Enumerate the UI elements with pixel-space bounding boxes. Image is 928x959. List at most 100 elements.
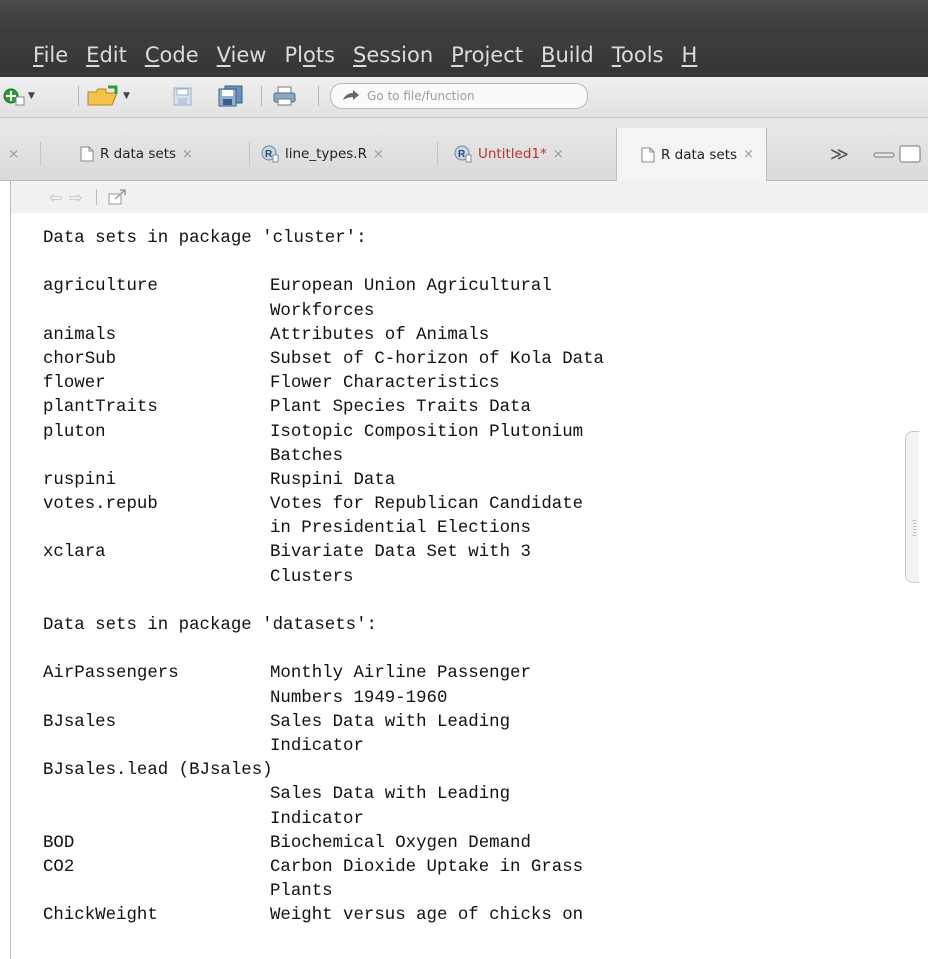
- vertical-scrollbar[interactable]: [905, 431, 919, 583]
- menu-code[interactable]: Code: [145, 43, 199, 67]
- data-set-name: flower: [43, 374, 106, 394]
- data-set-description: Batches: [270, 446, 344, 466]
- section-heading: BJsales.lead (BJsales): [43, 759, 604, 783]
- tab-line-types[interactable]: R line_types.R ×: [261, 128, 384, 180]
- goto-placeholder: Go to file/function: [367, 89, 475, 103]
- data-set-row: ruspini Ruspini Data: [43, 469, 604, 493]
- data-set-name: Data sets in package 'datasets':: [43, 616, 377, 635]
- menu-bar: File Edit Code View Plots Session Project Build…: [0, 33, 928, 77]
- data-set-description: Numbers 1949-1960: [270, 688, 448, 708]
- tab-label: line_types.R: [285, 146, 367, 162]
- menu-view[interactable]: View: [217, 43, 267, 67]
- chevron-down-icon[interactable]: ▼: [28, 91, 35, 101]
- section-heading: Data sets in package 'cluster':: [43, 227, 604, 251]
- data-set-row: animals Attributes of Animals: [43, 324, 604, 348]
- doc-icon: [641, 147, 655, 162]
- data-set-description: Indicator: [270, 736, 364, 756]
- menu-build[interactable]: Build: [541, 43, 594, 67]
- data-set-row: Plants: [43, 880, 604, 904]
- goto-file-function-input[interactable]: Go to file/function: [330, 83, 588, 109]
- editor-tab-bar: × R data sets × R line_types.R × R Untit…: [0, 128, 928, 181]
- help-pane-toolbar: ⇦ ⇨: [10, 181, 928, 213]
- forward-arrow-icon[interactable]: ⇨: [69, 188, 82, 207]
- data-set-description: European Union Agricultural: [270, 277, 552, 297]
- tab-divider: [249, 142, 250, 166]
- save-all-button[interactable]: [217, 85, 245, 107]
- double-chevron-right-icon[interactable]: ≫: [830, 144, 849, 165]
- data-set-description: Carbon Dioxide Uptake in Grass: [270, 857, 584, 877]
- tab-close-button[interactable]: ×: [8, 128, 19, 180]
- close-icon[interactable]: ×: [8, 146, 19, 162]
- menu-plots[interactable]: Plots: [284, 43, 335, 67]
- window-title-bar: [0, 0, 928, 33]
- data-set-name: xclara: [43, 543, 106, 563]
- data-set-name: pluton: [43, 422, 106, 442]
- data-set-row: flower Flower Characteristics: [43, 372, 604, 396]
- save-icon: [173, 87, 192, 106]
- tab-label: R data sets: [661, 146, 738, 163]
- scrollbar-grip-icon[interactable]: [913, 520, 916, 536]
- data-set-row: xclara Bivariate Data Set with 3: [43, 541, 604, 565]
- data-set-description: Isotopic Composition Plutonium: [270, 422, 584, 442]
- data-sets-document: Data sets in package 'cluster': agricultu…: [10, 213, 919, 959]
- menu-file[interactable]: File: [33, 43, 68, 67]
- save-all-icon: [218, 85, 243, 107]
- close-icon[interactable]: ×: [553, 147, 564, 162]
- data-set-name: plantTraits: [43, 398, 158, 418]
- data-set-name: AirPassengers: [43, 664, 179, 684]
- open-in-new-window-icon[interactable]: [107, 188, 129, 206]
- open-file-button[interactable]: ▼: [86, 85, 130, 107]
- print-button[interactable]: [272, 85, 298, 107]
- data-set-row: votes.repub Votes for Republican Candidat…: [43, 493, 604, 517]
- data-set-row: agriculture European Union Agricultural: [43, 275, 604, 299]
- data-set-description: Indicator: [270, 809, 364, 829]
- tab-r-data-sets[interactable]: R data sets ×: [80, 128, 193, 180]
- new-file-button[interactable]: ▼: [3, 85, 35, 107]
- close-icon[interactable]: ×: [743, 147, 754, 162]
- data-set-row: pluton Isotopic Composition Plutonium: [43, 421, 604, 445]
- tab-r-data-sets-active[interactable]: R data sets ×: [616, 128, 767, 181]
- data-sets-listing: Data sets in package 'cluster': agricultu…: [43, 227, 604, 928]
- main-toolbar: ▼ ▼ Go to file/function: [0, 77, 928, 118]
- svg-text:R: R: [265, 149, 273, 160]
- pane-window-controls[interactable]: [872, 128, 928, 180]
- data-set-description: Sales Data with Leading: [270, 785, 511, 805]
- data-set-description: Sales Data with Leading: [270, 712, 511, 732]
- print-icon: [273, 86, 296, 106]
- data-set-row: AirPassengers Monthly Airline Passenger: [43, 662, 604, 686]
- tab-divider: [40, 142, 41, 166]
- data-set-description: Plant Species Traits Data: [270, 398, 531, 418]
- back-arrow-icon[interactable]: ⇦: [49, 188, 62, 207]
- new-file-icon: [3, 88, 25, 106]
- close-icon[interactable]: ×: [182, 147, 193, 162]
- minimize-maximize-icon: [873, 145, 921, 163]
- data-set-name: Data sets in package 'cluster':: [43, 229, 367, 248]
- data-set-name: BOD: [43, 833, 75, 853]
- data-set-name: chorSub: [43, 349, 117, 369]
- data-set-row: BJsales Sales Data with Leading: [43, 711, 604, 735]
- tab-overflow-button[interactable]: ≫: [830, 128, 849, 180]
- menu-session[interactable]: Session: [353, 43, 433, 67]
- menu-project[interactable]: Project: [451, 43, 523, 67]
- data-set-row: Indicator: [43, 808, 604, 832]
- data-set-description: Attributes of Animals: [270, 325, 490, 345]
- data-set-description: Ruspini Data: [270, 470, 396, 490]
- toolbar-divider: [96, 189, 97, 205]
- data-set-row: [43, 251, 604, 275]
- chevron-down-icon[interactable]: ▼: [123, 91, 130, 101]
- data-set-name: votes.repub: [43, 495, 158, 515]
- data-set-description: Subset of C-horizon of Kola Data: [270, 349, 604, 369]
- close-icon[interactable]: ×: [373, 147, 384, 162]
- menu-tools[interactable]: Tools: [612, 43, 664, 67]
- data-set-description: Workforces: [270, 301, 375, 321]
- menu-edit[interactable]: Edit: [86, 43, 127, 67]
- data-set-name: BJsales.lead (BJsales): [43, 761, 273, 781]
- tab-untitled1[interactable]: R Untitled1* ×: [454, 128, 564, 180]
- data-set-description: Plants: [270, 882, 333, 902]
- data-set-row: Sales Data with Leading: [43, 783, 604, 807]
- menu-h[interactable]: H: [682, 43, 698, 67]
- data-set-row: [43, 638, 604, 662]
- data-set-name: ruspini: [43, 470, 117, 490]
- tab-divider: [437, 142, 438, 166]
- save-button[interactable]: [172, 85, 194, 107]
